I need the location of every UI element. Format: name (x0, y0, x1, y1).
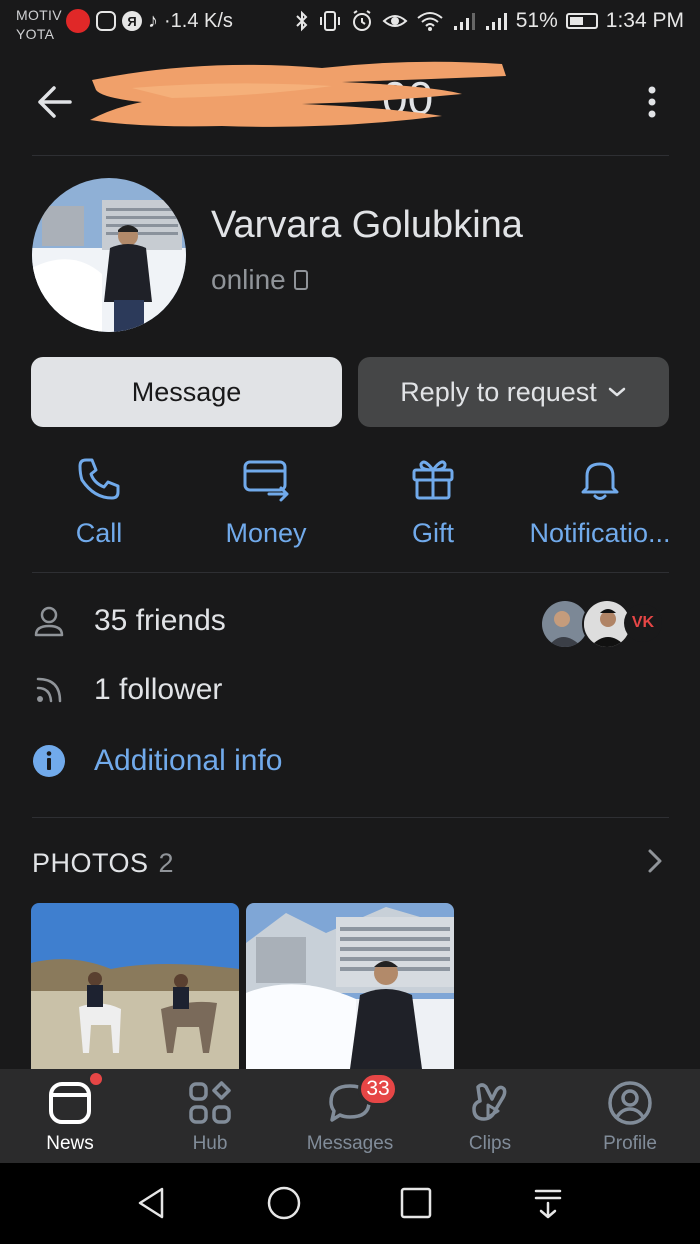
messages-badge: 33 (358, 1072, 398, 1106)
photos-title: PHOTOS (32, 848, 149, 878)
carrier-1: MOTIV (16, 7, 62, 23)
tab-messages-label: Messages (306, 1133, 394, 1154)
gift-label: Gift (411, 518, 454, 548)
gift-action[interactable]: Gift (349, 450, 517, 550)
tab-hub-label: Hub (192, 1133, 228, 1154)
friends-count: 35 friends (94, 604, 226, 637)
actions-divider (32, 572, 669, 573)
reply-button-label: Reply to request (400, 376, 597, 407)
additional-info-row[interactable]: Additional info (32, 744, 282, 778)
online-status-text: online (211, 264, 286, 295)
instagram-icon (96, 11, 116, 31)
photo-thumbnail-1[interactable] (31, 903, 239, 1069)
yandex-icon: Я (122, 11, 142, 31)
tab-profile[interactable]: Profile (560, 1069, 700, 1163)
news-unread-dot (88, 1071, 104, 1087)
bell-icon (581, 462, 619, 500)
money-label: Money (225, 518, 307, 548)
photos-header[interactable]: PHOTOS 2 (32, 848, 174, 879)
tiktok-icon: ♪ (148, 9, 158, 32)
nav-back-icon[interactable] (132, 1183, 172, 1223)
chevron-down-icon (608, 387, 626, 397)
message-button-label: Message (131, 376, 242, 407)
signal-2-icon (485, 13, 507, 30)
signal-1-icon (453, 13, 475, 30)
system-navigation-bar (0, 1163, 700, 1244)
alarm-icon (352, 10, 371, 31)
profile-icon (608, 1081, 652, 1125)
message-button[interactable]: Message (31, 357, 342, 427)
clock: 1:34 PM (605, 9, 684, 32)
eye-comfort-icon (382, 15, 408, 27)
chevron-right-icon[interactable] (640, 846, 670, 876)
vk-logo-icon: VK (624, 604, 662, 642)
reply-to-request-button[interactable]: Reply to request (358, 357, 669, 427)
more-options-icon[interactable] (636, 82, 668, 122)
network-speed: ·1.4 K/s (164, 9, 233, 32)
tab-messages[interactable]: Messages (280, 1069, 420, 1163)
tab-profile-label: Profile (603, 1133, 657, 1154)
tab-clips[interactable]: Clips (420, 1069, 560, 1163)
tab-clips-label: Clips (468, 1133, 512, 1154)
status-icons-right: 51% 1:34 PM (294, 9, 684, 33)
vibrate-icon (319, 11, 340, 31)
photo-thumbnail-2[interactable] (246, 903, 454, 1069)
wifi-icon (417, 12, 443, 31)
carrier-2: YOTA (16, 26, 55, 42)
status-icons-left: Я ♪ ·1.4 K/s (66, 9, 233, 33)
redacted-title: 00 (90, 61, 506, 127)
followers-count: 1 follower (94, 673, 223, 706)
photos-count: 2 (158, 848, 175, 878)
nav-notification-drawer-icon[interactable] (528, 1183, 568, 1223)
call-action[interactable]: Call (15, 450, 183, 550)
header-divider (32, 155, 669, 156)
app-notification-icon (66, 9, 90, 33)
tab-hub[interactable]: Hub (140, 1069, 280, 1163)
profile-name: Varvara Golubkina (211, 204, 523, 246)
info-icon (33, 745, 65, 777)
tab-news-label: News (46, 1133, 94, 1154)
battery-icon (565, 13, 598, 29)
notifications-label: Notificatio... (529, 518, 671, 548)
news-icon (49, 1082, 91, 1124)
battery-percent: 51% (515, 9, 558, 32)
carrier-names: MOTIV YOTA (16, 6, 62, 44)
nav-home-icon[interactable] (264, 1183, 304, 1223)
info-divider (32, 817, 669, 818)
avatar[interactable] (32, 178, 186, 332)
online-status: online (211, 264, 308, 296)
friends-avatars[interactable]: VK (540, 599, 670, 649)
back-arrow-icon[interactable] (34, 82, 74, 122)
rss-followers-icon (36, 677, 62, 703)
clips-icon (472, 1083, 507, 1121)
hub-icon (189, 1081, 231, 1124)
call-label: Call (75, 518, 123, 548)
gift-icon (412, 460, 454, 500)
bottom-tab-bar: News Hub Messages Clips Profile (0, 1069, 700, 1163)
mobile-device-icon (293, 270, 308, 290)
additional-info-label: Additional info (94, 744, 283, 777)
money-action[interactable]: Money (182, 450, 350, 550)
phone-icon (78, 458, 120, 500)
money-card-icon (243, 460, 289, 502)
status-bar: MOTIV YOTA Я ♪ ·1.4 K/s 51% 1:34 PM (0, 0, 700, 50)
bluetooth-icon (296, 10, 308, 32)
tab-news[interactable]: News (0, 1069, 140, 1163)
friends-row[interactable]: 35 friends (32, 604, 226, 638)
followers-row[interactable]: 1 follower (32, 673, 222, 707)
nav-recents-icon[interactable] (396, 1183, 436, 1223)
person-icon (34, 606, 64, 637)
notifications-action[interactable]: Notificatio... (516, 450, 684, 550)
